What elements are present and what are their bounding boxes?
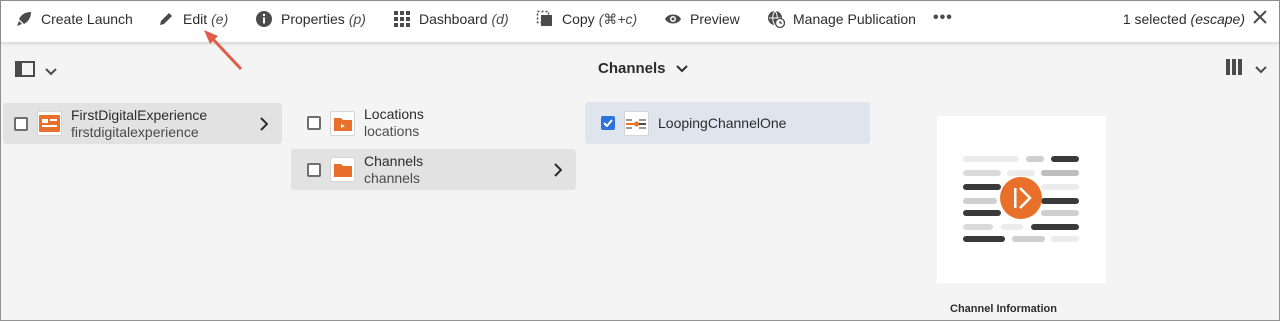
column-item-loopingchannelone[interactable]: LoopingChannelOne bbox=[585, 102, 870, 144]
item-subtitle: firstdigitalexperience bbox=[71, 123, 199, 140]
item-subtitle: locations bbox=[364, 123, 420, 139]
column-view-icon bbox=[1225, 58, 1243, 81]
manage-publication-label: Manage Publication bbox=[793, 11, 916, 27]
eye-icon bbox=[664, 10, 682, 28]
item-checkbox[interactable] bbox=[307, 116, 321, 130]
preview-button[interactable]: Preview bbox=[664, 1, 740, 37]
item-title: LoopingChannelOne bbox=[658, 114, 787, 131]
item-title: FirstDigitalExperience bbox=[71, 106, 208, 123]
item-subtitle: channels bbox=[364, 169, 421, 186]
pencil-icon bbox=[157, 10, 175, 28]
site-icon bbox=[37, 111, 62, 136]
selection-count: 1 selected bbox=[1122, 11, 1187, 27]
checkmark-icon bbox=[603, 119, 613, 127]
properties-button[interactable]: Properties (p) bbox=[255, 1, 366, 37]
column-item-locations[interactable]: Locations locations bbox=[291, 103, 576, 143]
item-title: Channels bbox=[364, 152, 424, 169]
info-icon bbox=[255, 10, 273, 28]
rocket-icon bbox=[15, 10, 33, 28]
dashboard-shortcut: (d) bbox=[491, 11, 509, 27]
channel-thumbnail bbox=[963, 156, 1079, 242]
item-labels: LoopingChannelOne bbox=[658, 115, 786, 132]
folder-icon bbox=[330, 157, 355, 182]
manage-publication-button[interactable]: Manage Publication bbox=[767, 1, 916, 37]
folder-icon bbox=[330, 110, 355, 136]
chevron-down-icon bbox=[1255, 61, 1267, 79]
column-item-channels[interactable]: Channels channels bbox=[291, 149, 576, 190]
grid-icon bbox=[393, 10, 411, 28]
copy-label: Copy bbox=[562, 11, 595, 27]
chevron-right-icon bbox=[260, 116, 269, 136]
close-icon[interactable] bbox=[1251, 8, 1269, 26]
column-item-firstdigitalexperience[interactable]: FirstDigitalExperience firstdigitalexper… bbox=[3, 103, 282, 144]
create-launch-label: Create Launch bbox=[41, 11, 133, 27]
channel-icon bbox=[624, 110, 649, 136]
copy-icon bbox=[536, 10, 554, 28]
selection-info[interactable]: 1 selected (escape) bbox=[1123, 11, 1245, 27]
selection-shortcut: (escape) bbox=[1190, 11, 1245, 27]
item-labels: Channels channels bbox=[364, 153, 423, 187]
copy-button[interactable]: Copy (⌘+c) bbox=[536, 1, 637, 37]
preview-label: Preview bbox=[690, 11, 740, 27]
properties-shortcut: (p) bbox=[348, 11, 366, 27]
channel-preview-card bbox=[937, 116, 1106, 283]
dashboard-button[interactable]: Dashboard (d) bbox=[393, 1, 509, 37]
properties-label: Properties bbox=[281, 11, 345, 27]
edit-label: Edit bbox=[183, 11, 208, 27]
chevron-down-icon bbox=[675, 60, 688, 77]
item-checkbox[interactable] bbox=[14, 116, 28, 131]
chevron-right-icon bbox=[554, 162, 563, 182]
create-launch-button[interactable]: Create Launch bbox=[15, 1, 133, 37]
view-switcher[interactable] bbox=[1225, 58, 1267, 81]
globe-clock-icon bbox=[767, 10, 785, 28]
item-checkbox-checked[interactable] bbox=[601, 116, 615, 130]
column-view-header: Channels bbox=[1, 44, 1279, 94]
rail-toggle[interactable] bbox=[15, 61, 57, 82]
edit-shortcut: (e) bbox=[211, 11, 229, 27]
item-labels: FirstDigitalExperience firstdigitalexper… bbox=[71, 107, 207, 141]
item-checkbox[interactable] bbox=[307, 162, 321, 177]
column-title-dropdown[interactable]: Channels bbox=[598, 60, 688, 77]
dashboard-label: Dashboard bbox=[419, 11, 488, 27]
preview-caption: Channel Information bbox=[950, 303, 1057, 315]
chevron-down-icon bbox=[45, 63, 57, 81]
action-bar: Create Launch Edit (e) Properties (p) Da… bbox=[1, 1, 1279, 43]
item-title: Locations bbox=[364, 106, 424, 122]
more-actions-button[interactable]: ••• bbox=[933, 9, 953, 27]
rail-toggle-icon bbox=[15, 61, 35, 82]
edit-button[interactable]: Edit (e) bbox=[157, 1, 228, 37]
copy-shortcut: (⌘+c) bbox=[598, 10, 638, 27]
item-labels: Locations locations bbox=[364, 106, 424, 140]
app-frame: Create Launch Edit (e) Properties (p) Da… bbox=[0, 0, 1280, 321]
column-title: Channels bbox=[598, 60, 666, 77]
